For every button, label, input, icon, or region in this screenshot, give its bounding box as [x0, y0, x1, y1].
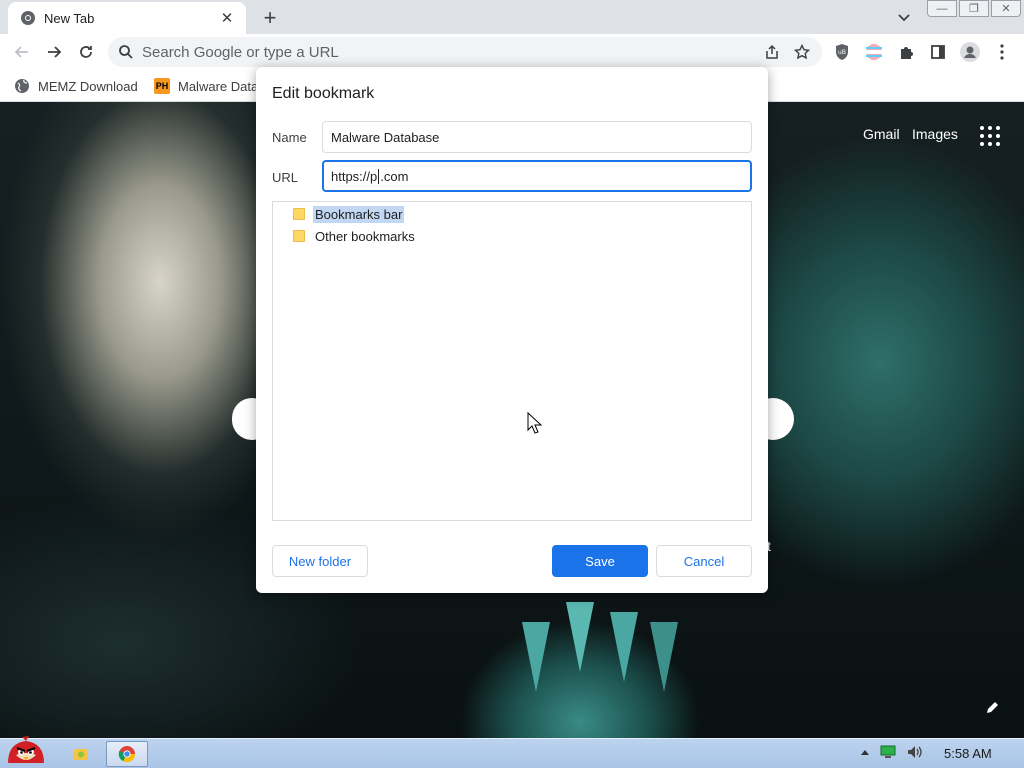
network-icon[interactable]: [880, 745, 896, 759]
taskbar: 5:58 AM: [0, 736, 1024, 768]
url-value-after-caret: .com: [380, 168, 409, 184]
minimize-button[interactable]: —: [927, 0, 957, 17]
cancel-button[interactable]: Cancel: [656, 545, 752, 577]
close-icon[interactable]: ✕: [218, 9, 236, 27]
bookmark-label: MEMZ Download: [38, 78, 138, 94]
background-art: [650, 622, 678, 692]
kebab-menu-icon[interactable]: [992, 42, 1012, 62]
angry-bird-icon: [8, 736, 44, 763]
background-art: [610, 612, 638, 682]
images-link[interactable]: Images: [912, 126, 958, 142]
new-folder-button[interactable]: New folder: [272, 545, 368, 577]
name-label: Name: [272, 130, 307, 145]
chrome-icon: [118, 746, 136, 763]
tray-expand-icon[interactable]: [860, 748, 870, 756]
text-caret: [378, 168, 380, 184]
tab-strip: New Tab ✕ + — ❐ ✕: [0, 0, 1024, 34]
arrow-right-icon: [48, 46, 62, 58]
google-apps-icon[interactable]: [980, 126, 1000, 146]
background-art: [566, 602, 594, 672]
extension-flag-icon[interactable]: [864, 42, 884, 62]
bookmark-label: Malware Data: [178, 78, 259, 94]
start-button[interactable]: [2, 733, 50, 768]
ph-favicon: PH: [154, 78, 170, 94]
arrow-left-icon: [14, 46, 28, 58]
new-tab-button[interactable]: +: [258, 6, 282, 30]
bookmark-malware-data[interactable]: PH Malware Data: [154, 75, 258, 97]
folder-label: Bookmarks bar: [313, 205, 405, 223]
background-art: [522, 622, 550, 692]
star-icon[interactable]: [794, 44, 810, 60]
reload-icon: [80, 46, 92, 58]
folder-label: Other bookmarks: [315, 228, 415, 244]
customize-pencil-icon[interactable]: [982, 696, 1004, 718]
url-value-before-caret: https://p: [331, 168, 378, 184]
folder-bookmarks-bar[interactable]: Bookmarks bar: [293, 204, 405, 224]
window-controls: — ❐ ✕: [927, 0, 1021, 17]
forward-button[interactable]: [42, 40, 66, 64]
dialog-title: Edit bookmark: [272, 85, 375, 102]
bookmark-name-field[interactable]: Malware Database: [322, 121, 752, 153]
folder-icon: [74, 749, 88, 760]
omnibox[interactable]: Search Google or type a URL: [108, 37, 822, 67]
mouse-cursor-icon: [527, 412, 543, 434]
search-icon: [118, 44, 134, 60]
taskbar-chrome[interactable]: [106, 741, 148, 767]
folder-other-bookmarks[interactable]: Other bookmarks: [293, 226, 417, 246]
save-button[interactable]: Save: [552, 545, 648, 577]
folder-icon: [293, 208, 305, 220]
tab-title: New Tab: [44, 10, 95, 26]
chevron-down-icon[interactable]: [894, 8, 914, 28]
back-button[interactable]: [10, 40, 34, 64]
taskbar-clock[interactable]: 5:58 AM: [944, 746, 992, 761]
bookmark-url-field[interactable]: https://p .com: [322, 160, 752, 192]
side-panel-icon[interactable]: [928, 42, 948, 62]
ublock-icon[interactable]: uB: [832, 42, 852, 62]
name-value: Malware Database: [331, 129, 440, 145]
bookmark-memz[interactable]: MEMZ Download: [14, 75, 138, 97]
svg-text:uB: uB: [838, 49, 846, 56]
volume-icon[interactable]: [906, 744, 924, 760]
folder-icon: [293, 230, 305, 242]
reload-button[interactable]: [74, 40, 98, 64]
share-icon[interactable]: [764, 44, 780, 60]
extensions-puzzle-icon[interactable]: [896, 42, 916, 62]
url-label: URL: [272, 170, 299, 185]
restore-button[interactable]: ❐: [959, 0, 989, 17]
window-close-button[interactable]: ✕: [991, 0, 1021, 17]
gmail-link[interactable]: Gmail: [863, 126, 900, 142]
omnibox-placeholder: Search Google or type a URL: [142, 43, 339, 61]
folder-tree[interactable]: Bookmarks bar Other bookmarks: [272, 201, 752, 521]
chrome-icon: [20, 10, 36, 26]
tab-new-tab[interactable]: New Tab ✕: [8, 2, 246, 34]
taskbar-explorer[interactable]: [68, 741, 94, 767]
edit-bookmark-dialog: Edit bookmark Name Malware Database URL …: [256, 67, 768, 593]
profile-avatar-icon[interactable]: [960, 42, 980, 62]
system-tray: [860, 744, 924, 760]
browser-toolbar: Search Google or type a URL uB: [0, 34, 1024, 70]
globe-icon: [15, 79, 29, 93]
